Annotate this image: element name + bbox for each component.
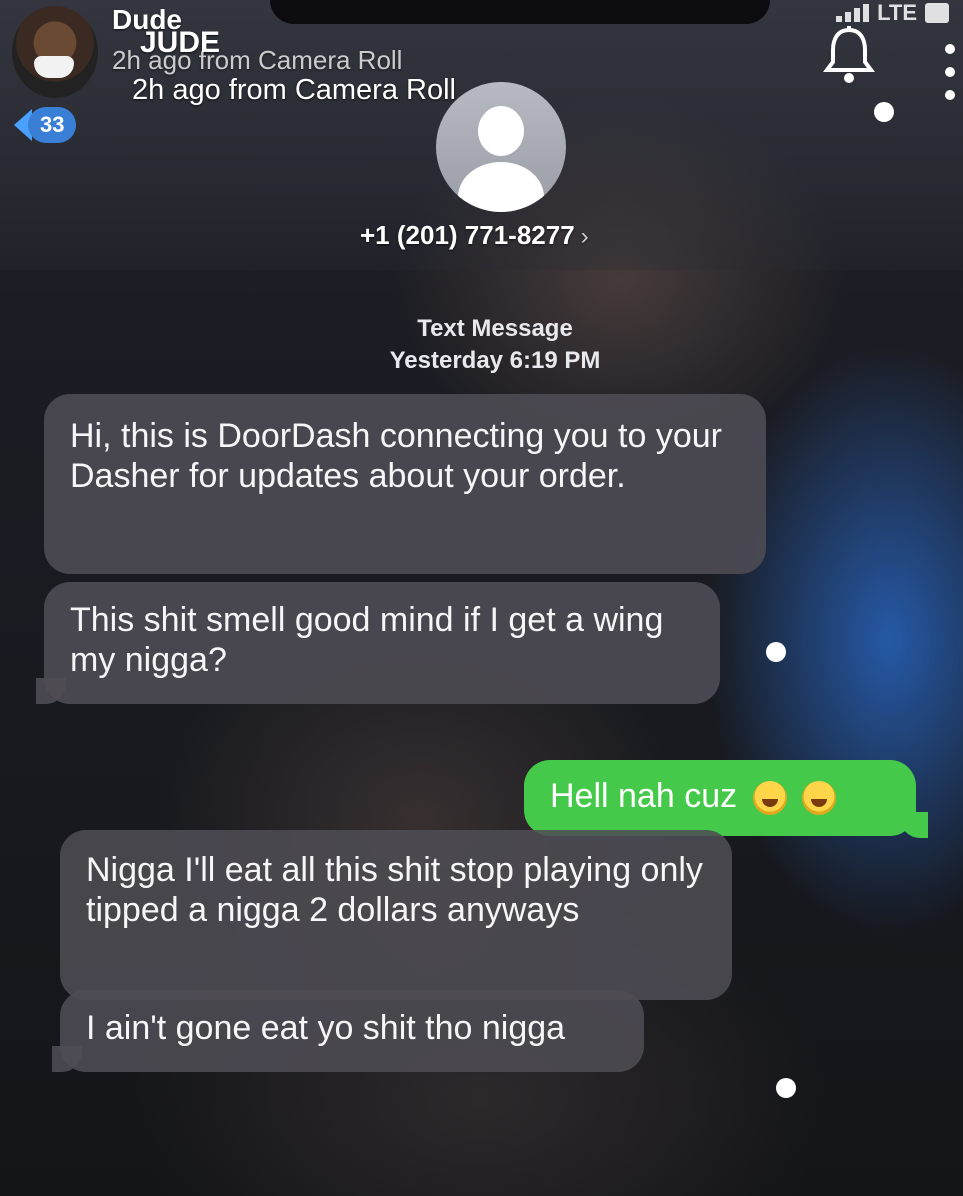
contact-number[interactable]: +1 (201) 771-8277 › <box>360 220 589 251</box>
message-text: This shit smell good mind if I get a win… <box>70 601 664 679</box>
chevron-right-icon: › <box>580 223 589 250</box>
bell-icon[interactable] <box>823 20 875 90</box>
message-text: Hi, this is DoorDash connecting you to y… <box>70 417 722 495</box>
battery-icon <box>925 3 949 23</box>
face-with-tears-of-joy-emoji <box>802 781 837 816</box>
phone-notch <box>270 0 770 24</box>
snap-subtitle: 2h ago from Camera Roll <box>132 74 456 106</box>
message-text: Hell nah cuz <box>550 777 738 815</box>
avatar-mask <box>34 56 74 78</box>
contact-number-text: +1 (201) 771-8277 <box>360 220 575 250</box>
message-bubble-incoming[interactable]: Nigga I'll eat all this shit stop playin… <box>60 830 732 1000</box>
message-bubble-outgoing[interactable]: Hell nah cuz <box>524 760 916 836</box>
face-with-tears-of-joy-emoji <box>752 781 787 816</box>
more-vertical-icon[interactable] <box>943 44 957 100</box>
network-label: LTE <box>877 0 917 25</box>
person-icon[interactable] <box>436 82 566 212</box>
message-bubble-incoming[interactable]: This shit smell good mind if I get a win… <box>44 582 720 704</box>
back-button[interactable]: 33 <box>14 104 77 146</box>
message-bubble-incoming[interactable]: Hi, this is DoorDash connecting you to y… <box>44 394 766 574</box>
indicator-dot <box>766 642 786 662</box>
snap-avatar[interactable] <box>12 6 98 98</box>
thread-timestamp: Yesterday 6:19 PM <box>389 347 601 374</box>
thread-type-label: Text Message <box>417 315 573 342</box>
snap-subtitle-top: 2h ago from Camera Roll <box>112 45 403 75</box>
unread-count-badge: 33 <box>28 107 77 143</box>
message-text: I ain't gone eat yo shit tho nigga <box>86 1009 566 1047</box>
indicator-dot <box>874 102 894 122</box>
message-bubble-incoming[interactable]: I ain't gone eat yo shit tho nigga <box>60 990 644 1072</box>
message-text: Nigga I'll eat all this shit stop playin… <box>86 851 703 929</box>
indicator-dot <box>776 1078 796 1098</box>
